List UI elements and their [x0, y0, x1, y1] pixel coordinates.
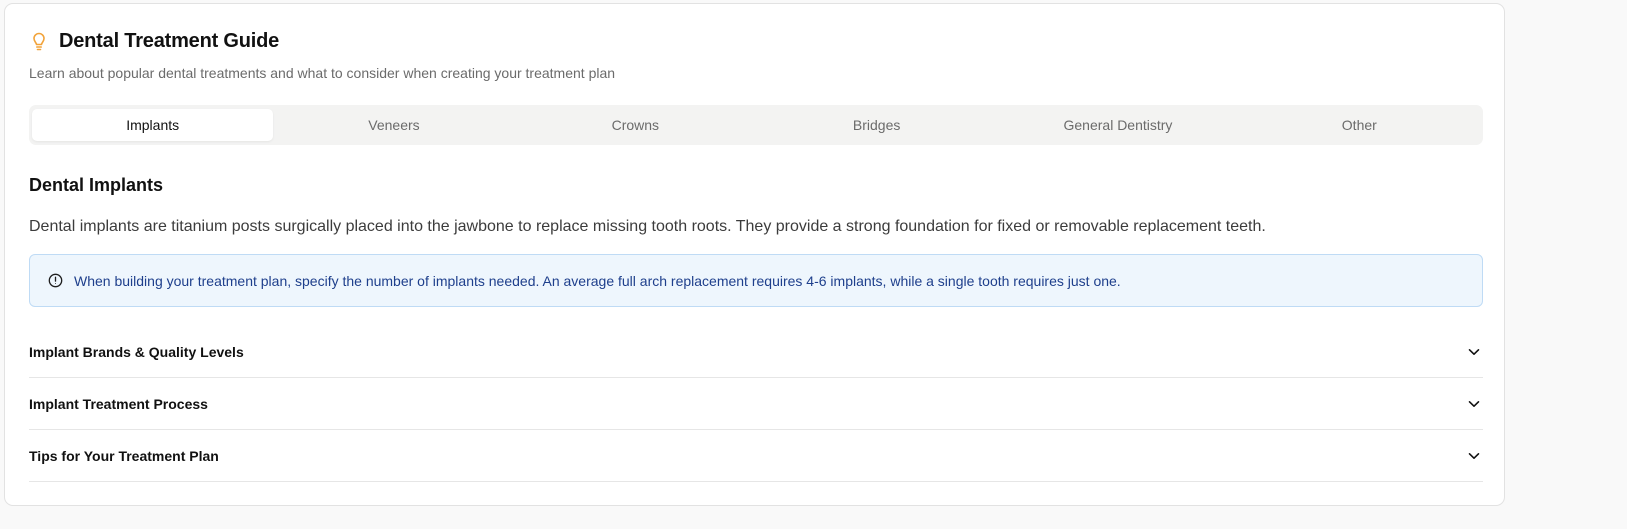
chevron-down-icon — [1467, 449, 1481, 463]
info-circle-icon — [47, 273, 63, 289]
section-title: Dental Implants — [29, 175, 164, 195]
tab-implants[interactable]: Implants — [32, 109, 274, 141]
tab-crowns[interactable]: Crowns — [515, 109, 756, 141]
info-alert: When building your treatment plan, speci… — [29, 254, 1483, 307]
accordion-label: Implant Brands & Quality Levels — [29, 343, 244, 360]
page-title: Dental Treatment Guide — [59, 30, 280, 52]
accordion: Implant Brands & Quality Levels Implant … — [29, 326, 1483, 482]
tab-general-dentistry[interactable]: General Dentistry — [997, 109, 1238, 141]
accordion-label: Tips for Your Treatment Plan — [29, 447, 219, 464]
section-description: Dental implants are titanium posts surgi… — [29, 218, 1266, 235]
tab-other[interactable]: Other — [1239, 109, 1480, 141]
tab-veneers[interactable]: Veneers — [273, 109, 514, 141]
accordion-item-treatment-process[interactable]: Implant Treatment Process — [29, 378, 1483, 430]
accordion-label: Implant Treatment Process — [29, 395, 208, 412]
lightbulb-icon — [29, 31, 49, 53]
chevron-down-icon — [1467, 397, 1481, 411]
tab-bridges[interactable]: Bridges — [756, 109, 997, 141]
treatment-guide-card: Dental Treatment Guide Learn about popul… — [4, 3, 1505, 506]
accordion-item-treatment-tips[interactable]: Tips for Your Treatment Plan — [29, 430, 1483, 482]
treatment-tabs: Implants Veneers Crowns Bridges General … — [29, 105, 1483, 145]
alert-text: When building your treatment plan, speci… — [74, 272, 1121, 289]
chevron-down-icon — [1467, 345, 1481, 359]
guide-header: Dental Treatment Guide — [29, 30, 279, 53]
accordion-item-implant-brands[interactable]: Implant Brands & Quality Levels — [29, 326, 1483, 378]
page-subtitle: Learn about popular dental treatments an… — [29, 65, 616, 81]
